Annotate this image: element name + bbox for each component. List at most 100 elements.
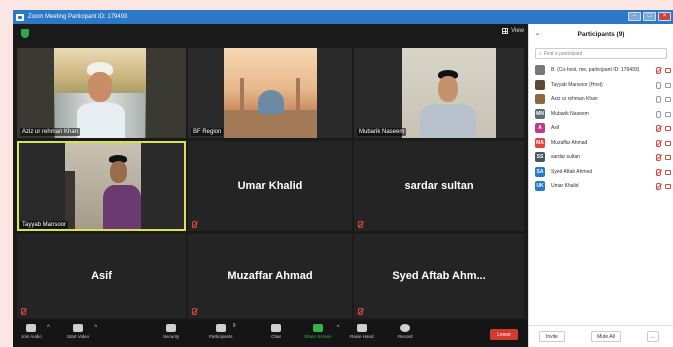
- avatar: MN: [535, 108, 545, 119]
- hand-icon: [356, 324, 367, 332]
- record-label: Record: [398, 334, 413, 339]
- avatar: A: [535, 123, 545, 134]
- avatar: SS: [535, 152, 545, 163]
- more-button[interactable]: ...: [647, 331, 659, 342]
- muted-mic-icon: [656, 67, 661, 74]
- participant-row[interactable]: SS sardar sultan: [529, 150, 673, 165]
- video-tile[interactable]: BF Region: [188, 48, 352, 138]
- participant-name: Asif: [91, 270, 112, 282]
- close-button[interactable]: ×: [658, 12, 671, 21]
- face: [88, 72, 112, 102]
- participant-name: Umar Khalid: [237, 180, 303, 192]
- participant-row[interactable]: A Asif: [529, 121, 673, 136]
- video-camera-icon: [73, 324, 84, 332]
- mute-all-button[interactable]: Mute All: [591, 331, 621, 342]
- share-screen-button[interactable]: Share Screen ^: [304, 324, 340, 339]
- participant-row[interactable]: UK Umar Khalid: [529, 179, 673, 194]
- name-tile[interactable]: Umar Khalid: [188, 141, 352, 231]
- muted-mic-icon: [656, 154, 661, 161]
- invite-button[interactable]: Invite: [539, 331, 565, 342]
- join-audio-label: Join Audio: [21, 334, 42, 339]
- participant-row[interactable]: Aziz ur rehman Khan: [529, 92, 673, 107]
- camera-icon: [665, 68, 671, 73]
- record-button[interactable]: Record: [398, 324, 413, 339]
- view-button[interactable]: View: [502, 28, 524, 34]
- participant-row[interactable]: MA Muzaffar Ahmad: [529, 136, 673, 151]
- participant-name: Syed Aftab Ahmed: [551, 168, 593, 175]
- raise-hand-button[interactable]: Raise Hand: [350, 324, 374, 339]
- minimize-button[interactable]: –: [628, 12, 641, 21]
- avatar: SA: [535, 166, 545, 177]
- mosque-dome: [258, 90, 284, 114]
- participant-name: Syed Aftab Ahm...: [392, 270, 486, 282]
- start-video-button[interactable]: Start Video ^: [67, 324, 97, 339]
- avatar: [535, 94, 545, 105]
- chevron-up-icon[interactable]: ^: [337, 325, 340, 331]
- chat-button[interactable]: Chat: [271, 324, 281, 339]
- avatar: UK: [535, 181, 545, 192]
- mic-icon: [656, 96, 661, 103]
- name-tile[interactable]: Muzaffar Ahmad: [188, 234, 352, 318]
- participant-name: Umar Khalid: [551, 183, 579, 190]
- leave-button[interactable]: Leave: [490, 329, 518, 340]
- search-icon: ⌕: [539, 50, 542, 57]
- shirt: [77, 103, 125, 138]
- participants-button[interactable]: Participants 9: [209, 323, 236, 339]
- mic-icon: [656, 81, 661, 89]
- muted-mic-icon: [656, 183, 661, 190]
- video-tile[interactable]: Mubarik Naseem: [354, 48, 524, 138]
- record-icon: [400, 324, 411, 332]
- muted-mic-icon: [656, 168, 661, 176]
- participant-row[interactable]: MN Mubarik Naseem: [529, 107, 673, 122]
- participant-row[interactable]: Tayyab Mansoor (Host): [529, 78, 673, 93]
- maximize-button[interactable]: □: [643, 12, 656, 21]
- zoom-icon: [16, 13, 24, 21]
- camera-icon: [665, 82, 671, 88]
- panel-header: ⌄ Participants (9): [529, 24, 673, 44]
- people-icon: [215, 324, 226, 332]
- chat-bubble-icon: [271, 324, 281, 332]
- camera-icon: [665, 111, 671, 117]
- avatar: MA: [535, 137, 545, 148]
- join-audio-button[interactable]: Join Audio ^: [21, 324, 50, 339]
- name-tile[interactable]: Asif: [17, 234, 186, 318]
- face: [110, 161, 127, 183]
- participant-name: Aziz ur rehman Khan: [551, 96, 598, 103]
- participant-name: Tayyab Mansoor (Host): [551, 81, 603, 88]
- meeting-top-bar: View: [13, 24, 528, 44]
- video-tile[interactable]: Aziz ur rehman Khan: [17, 48, 186, 138]
- security-shield-icon[interactable]: [21, 29, 29, 38]
- participant-name: Muzaffar Ahmad: [551, 139, 588, 146]
- panel-title: Participants (9): [577, 30, 625, 38]
- chevron-up-icon[interactable]: ^: [94, 325, 97, 331]
- shirt: [420, 104, 476, 138]
- avatar: [535, 65, 545, 76]
- muted-mic-icon: [656, 125, 661, 132]
- name-tile[interactable]: Syed Aftab Ahm...: [354, 234, 524, 318]
- view-label: View: [511, 28, 524, 34]
- camera-icon: [665, 169, 671, 175]
- muted-mic-icon: [358, 308, 363, 315]
- camera-icon: [665, 155, 671, 160]
- tile-name: BF Region: [191, 128, 224, 136]
- chevron-up-icon[interactable]: ^: [47, 325, 50, 331]
- participant-row[interactable]: SA Syed Aftab Ahmed: [529, 165, 673, 180]
- participant-name: B. (Co-host, me, participant ID: 179493): [551, 67, 640, 74]
- participants-count: 9: [232, 323, 236, 329]
- headphones-icon: [26, 324, 37, 332]
- chevron-down-icon[interactable]: ⌄: [535, 30, 540, 37]
- video-tile-active-speaker[interactable]: Tayyab Mansoor: [17, 141, 186, 231]
- shirt: [103, 185, 141, 229]
- avatar: [535, 79, 545, 90]
- camera-icon: [665, 184, 671, 189]
- minaret-left: [240, 78, 244, 112]
- security-button[interactable]: Security: [163, 324, 179, 339]
- participant-search-input[interactable]: ⌕ Find a participant: [535, 48, 667, 59]
- muted-mic-icon: [192, 308, 197, 315]
- muted-mic-icon: [358, 221, 363, 228]
- title-bar: Zoom Meeting Participant ID: 179493 – □ …: [13, 10, 673, 24]
- mosque-building: [224, 110, 317, 138]
- participant-row[interactable]: B. (Co-host, me, participant ID: 179493): [529, 63, 673, 78]
- face: [438, 76, 458, 102]
- name-tile[interactable]: sardar sultan: [354, 141, 524, 231]
